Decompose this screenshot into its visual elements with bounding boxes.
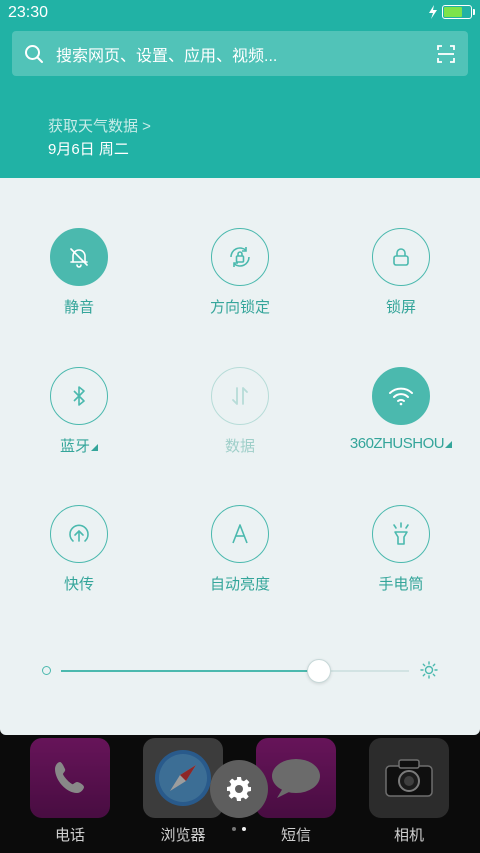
tile-lock-screen[interactable]: 锁屏	[341, 228, 461, 317]
message-icon[interactable]	[256, 738, 336, 818]
tile-quick-share-label: 快传	[63, 576, 94, 593]
settings-button[interactable]	[210, 760, 268, 818]
tile-quick-share[interactable]: 快传	[19, 505, 139, 594]
app-sms-label: 短信	[280, 827, 311, 844]
tile-lock-screen-label: 锁屏	[385, 299, 416, 316]
page-dot	[232, 827, 236, 831]
battery-icon	[442, 5, 475, 19]
phone-icon[interactable]	[30, 738, 110, 818]
status-time: 23:30	[8, 4, 49, 21]
bluetooth-icon	[73, 386, 85, 406]
search-icon	[25, 44, 43, 63]
tile-wifi-label: 360ZHUSHOU	[331, 435, 471, 452]
tile-mute-button[interactable]	[50, 228, 108, 286]
tile-bluetooth-button[interactable]	[50, 367, 108, 425]
tile-data-button[interactable]	[211, 367, 269, 425]
auto-brightness-icon	[232, 524, 248, 544]
search-input[interactable]: 搜索网页、设置、应用、视频...	[56, 42, 436, 66]
app-browser-label: 浏览器	[160, 827, 206, 844]
home-dock: 电话 浏览器 短信 相机	[0, 735, 480, 853]
brightness-track[interactable]	[61, 659, 409, 683]
search-bar[interactable]: 搜索网页、设置、应用、视频...	[12, 31, 468, 76]
tile-flashlight-label: 手电筒	[378, 576, 424, 593]
tile-lock-screen-button[interactable]	[372, 228, 430, 286]
camera-icon[interactable]	[369, 738, 449, 818]
scan-icon[interactable]	[436, 44, 456, 64]
flashlight-icon	[393, 522, 409, 545]
tile-wifi-text: 360ZHUSHOU	[349, 435, 445, 452]
battery-level	[444, 7, 462, 17]
lock-icon	[393, 248, 409, 266]
app-camera-label: 相机	[393, 827, 424, 844]
brightness-slider[interactable]	[0, 659, 480, 696]
data-arrows-icon	[232, 387, 248, 405]
notification-header: 23:30 搜索网页、设置、应用、视频... 获取天气数据 > 9月6日 周二	[0, 0, 480, 178]
brightness-low-icon	[42, 666, 51, 675]
tile-auto-brightness-button[interactable]	[211, 505, 269, 563]
quick-settings-panel: 静音 方向锁定 锁屏 蓝牙 数据 360ZHUSHOU 快传 自动亮度 手电筒	[0, 178, 480, 735]
page-dot-active	[242, 827, 246, 831]
weather-link[interactable]: 获取天气数据 >	[48, 115, 151, 136]
tile-bluetooth-text: 蓝牙	[59, 438, 90, 455]
tile-rotation-lock-label: 方向锁定	[209, 299, 270, 316]
bell-off-icon	[70, 248, 88, 268]
tile-rotation-lock-button[interactable]	[211, 228, 269, 286]
rotation-lock-icon	[230, 247, 250, 267]
expand-triangle-icon	[445, 441, 453, 448]
tile-data-label: 数据	[224, 438, 255, 455]
expand-triangle-icon	[91, 444, 98, 451]
tile-flashlight[interactable]: 手电筒	[341, 505, 461, 594]
brightness-thumb[interactable]	[306, 659, 331, 683]
tile-wifi[interactable]: 360ZHUSHOU	[331, 367, 471, 452]
tile-auto-brightness[interactable]: 自动亮度	[180, 505, 300, 594]
tile-flashlight-button[interactable]	[372, 505, 430, 563]
tile-rotation-lock[interactable]: 方向锁定	[180, 228, 300, 317]
app-phone[interactable]: 电话	[25, 738, 115, 845]
brightness-high-icon	[420, 661, 438, 679]
tile-quick-share-button[interactable]	[50, 505, 108, 563]
charging-icon	[429, 5, 437, 19]
app-camera[interactable]: 相机	[364, 738, 454, 845]
page-indicator	[232, 827, 246, 831]
app-phone-label: 电话	[54, 827, 85, 844]
date-text: 9月6日 周二	[48, 141, 129, 158]
tile-data[interactable]: 数据	[180, 367, 300, 456]
tile-mute[interactable]: 静音	[19, 228, 139, 317]
gear-icon	[227, 777, 251, 801]
tile-wifi-button[interactable]	[372, 367, 430, 425]
tile-bluetooth[interactable]: 蓝牙	[19, 367, 139, 456]
tile-mute-label: 静音	[63, 299, 94, 316]
brightness-fill	[61, 669, 319, 672]
wifi-icon	[389, 387, 413, 406]
tile-auto-brightness-label: 自动亮度	[209, 576, 270, 593]
status-icons	[428, 5, 475, 19]
share-upload-icon	[69, 524, 89, 542]
tile-bluetooth-label: 蓝牙	[19, 435, 139, 456]
